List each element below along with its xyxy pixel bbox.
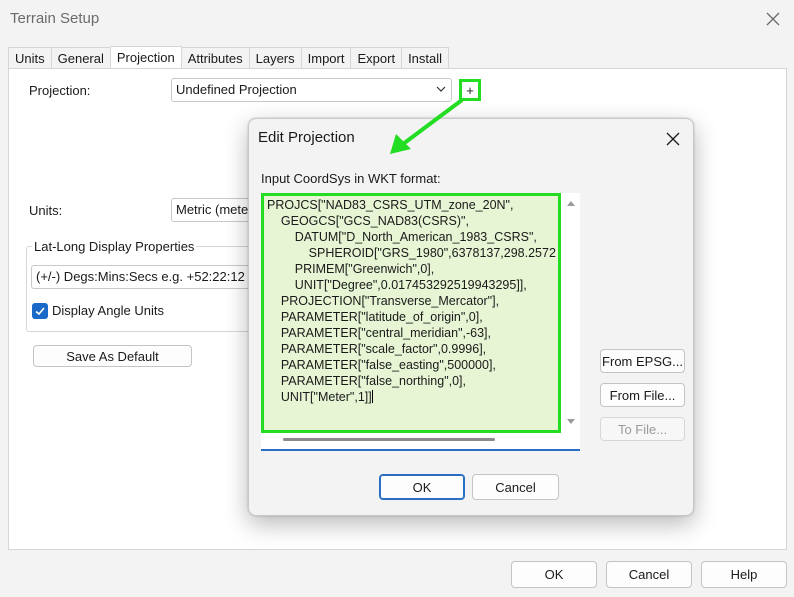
wkt-line: UNIT["Degree",0.017453292519943295]], (267, 278, 527, 292)
button-label: Help (730, 567, 758, 582)
add-projection-button[interactable]: + (459, 79, 481, 101)
tab-units[interactable]: Units (8, 47, 52, 68)
button-label: OK (412, 479, 432, 495)
tab-label: Import (307, 50, 345, 66)
from-file-button[interactable]: From File... (600, 383, 685, 407)
button-label: From File... (609, 387, 676, 403)
to-file-button: To File... (600, 417, 685, 441)
button-label: OK (544, 567, 564, 582)
wkt-line: DATUM["D_North_American_1983_CSRS", (267, 230, 537, 244)
button-label: From EPSG... (602, 353, 683, 369)
tab-label: Layers (255, 50, 295, 66)
wkt-line: PROJCS["NAD83_CSRS_UTM_zone_20N", (267, 198, 514, 212)
latlong-format-value: (+/-) Degs:Mins:Secs e.g. +52:22:12 (36, 269, 245, 284)
projection-select[interactable]: Undefined Projection (171, 78, 452, 102)
wkt-line: GEOGCS["GCS_NAD83(CSRS)", (267, 214, 469, 228)
wkt-content: PROJCS["NAD83_CSRS_UTM_zone_20N", GEOGCS… (267, 197, 556, 405)
plus-icon: + (466, 82, 474, 98)
latlong-format-select[interactable]: (+/-) Degs:Mins:Secs e.g. +52:22:12 (31, 265, 261, 289)
wkt-line: PARAMETER["false_northing",0], (267, 374, 466, 388)
wkt-line: SPHEROID["GRS_1980",6378137,298.2572 (267, 246, 556, 260)
wkt-line: PARAMETER["central_meridian",-63], (267, 326, 491, 340)
tab-label: Units (15, 50, 45, 66)
units-label: Units: (29, 203, 63, 218)
window-titlebar: Terrain Setup (0, 0, 794, 38)
dialog-title: Edit Projection (258, 129, 355, 146)
tab-general[interactable]: General (50, 47, 111, 68)
projection-label: Projection: (29, 83, 91, 98)
tab-label: Install (408, 50, 443, 66)
help-button[interactable]: Help (701, 561, 787, 588)
window-close-icon[interactable] (758, 6, 788, 32)
tab-export[interactable]: Export (350, 47, 403, 68)
dialog-close-icon[interactable] (659, 127, 687, 151)
save-as-default-button[interactable]: Save As Default (33, 345, 192, 367)
horizontal-scrollbar[interactable] (283, 438, 495, 441)
dialog-ok-button[interactable]: OK (379, 474, 465, 500)
latlong-groupbox (26, 246, 256, 332)
latlong-group-title: Lat-Long Display Properties (32, 239, 197, 254)
wkt-line: PARAMETER["scale_factor",0.9996], (267, 342, 487, 356)
button-label: Save As Default (66, 348, 159, 364)
text-caret (371, 390, 373, 403)
button-label: To File... (617, 421, 668, 437)
tab-strip: Units General Projection Attributes Laye… (8, 46, 450, 69)
wkt-line: PARAMETER["false_easting",500000], (267, 358, 496, 372)
cancel-button[interactable]: Cancel (606, 561, 692, 588)
chevron-down-icon (435, 83, 447, 98)
tab-layers[interactable]: Layers (248, 47, 302, 68)
tab-projection[interactable]: Projection (109, 46, 182, 68)
from-epsg-button[interactable]: From EPSG... (600, 349, 685, 373)
wkt-line: PARAMETER["latitude_of_origin",0], (267, 310, 483, 324)
projection-select-value: Undefined Projection (176, 82, 297, 97)
button-label: Cancel (495, 479, 536, 495)
vertical-scrollbar[interactable] (565, 197, 577, 429)
tab-attributes[interactable]: Attributes (180, 47, 250, 68)
tab-label: Projection (116, 50, 175, 65)
button-label: Cancel (628, 567, 670, 582)
display-angle-units-checkbox[interactable] (32, 303, 48, 319)
edit-projection-dialog: Edit Projection Input CoordSys in WKT fo… (248, 118, 694, 516)
window-title: Terrain Setup (10, 10, 100, 27)
wkt-highlight: PROJCS["NAD83_CSRS_UTM_zone_20N", GEOGCS… (261, 193, 561, 433)
display-angle-units-label: Display Angle Units (52, 303, 164, 318)
tab-label: Export (357, 50, 396, 66)
wkt-textarea[interactable]: PROJCS["NAD83_CSRS_UTM_zone_20N", GEOGCS… (261, 193, 580, 451)
wkt-line: PRIMEM["Greenwich",0], (267, 262, 435, 276)
tab-label: Attributes (187, 50, 243, 66)
ok-button[interactable]: OK (511, 561, 597, 588)
tab-install[interactable]: Install (401, 47, 450, 68)
wkt-line: UNIT["Meter",1]] (267, 390, 373, 404)
checkmark-icon (35, 307, 45, 316)
wkt-line: PROJECTION["Transverse_Mercator"], (267, 294, 500, 308)
wkt-prompt-label: Input CoordSys in WKT format: (261, 171, 441, 186)
tab-import[interactable]: Import (300, 47, 352, 68)
tab-label: General (57, 50, 104, 66)
dialog-cancel-button[interactable]: Cancel (472, 474, 559, 500)
